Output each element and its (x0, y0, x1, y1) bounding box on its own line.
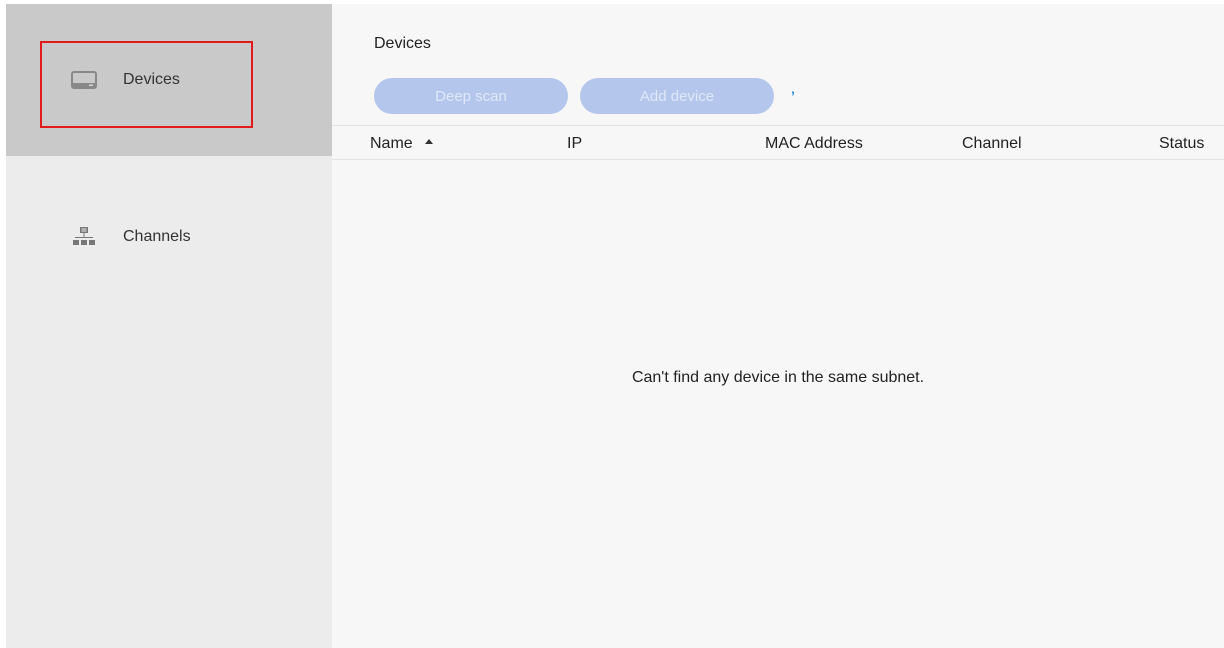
main-panel: Devices Deep scan Add device ’ Name IP M… (332, 4, 1224, 648)
monitor-icon (65, 67, 103, 93)
sidebar-item-channels[interactable]: Channels (6, 164, 332, 310)
page-title: Devices (374, 35, 431, 52)
sidebar-item-devices[interactable]: Devices (6, 4, 332, 156)
loading-spinner-icon: ’ (791, 88, 795, 104)
sidebar: Devices Channels (6, 4, 332, 648)
column-header-ip[interactable]: IP (567, 135, 582, 153)
table-header: Name IP MAC Address Channel Status (332, 125, 1224, 160)
empty-state-message: Can't find any device in the same subnet… (631, 369, 925, 386)
network-icon (65, 224, 103, 250)
add-device-button[interactable]: Add device (580, 78, 774, 114)
sidebar-item-label: Channels (123, 228, 191, 245)
sort-ascending-icon (424, 139, 433, 145)
column-header-mac-address[interactable]: MAC Address (765, 135, 863, 153)
column-header-status[interactable]: Status (1159, 135, 1204, 153)
sidebar-item-label: Devices (123, 71, 180, 88)
column-header-name[interactable]: Name (370, 135, 433, 153)
app-window: Devices Channels Devices Deep scan Add d… (6, 4, 1224, 648)
deep-scan-button[interactable]: Deep scan (374, 78, 568, 114)
column-header-channel[interactable]: Channel (962, 135, 1022, 153)
column-label: Name (370, 135, 413, 152)
